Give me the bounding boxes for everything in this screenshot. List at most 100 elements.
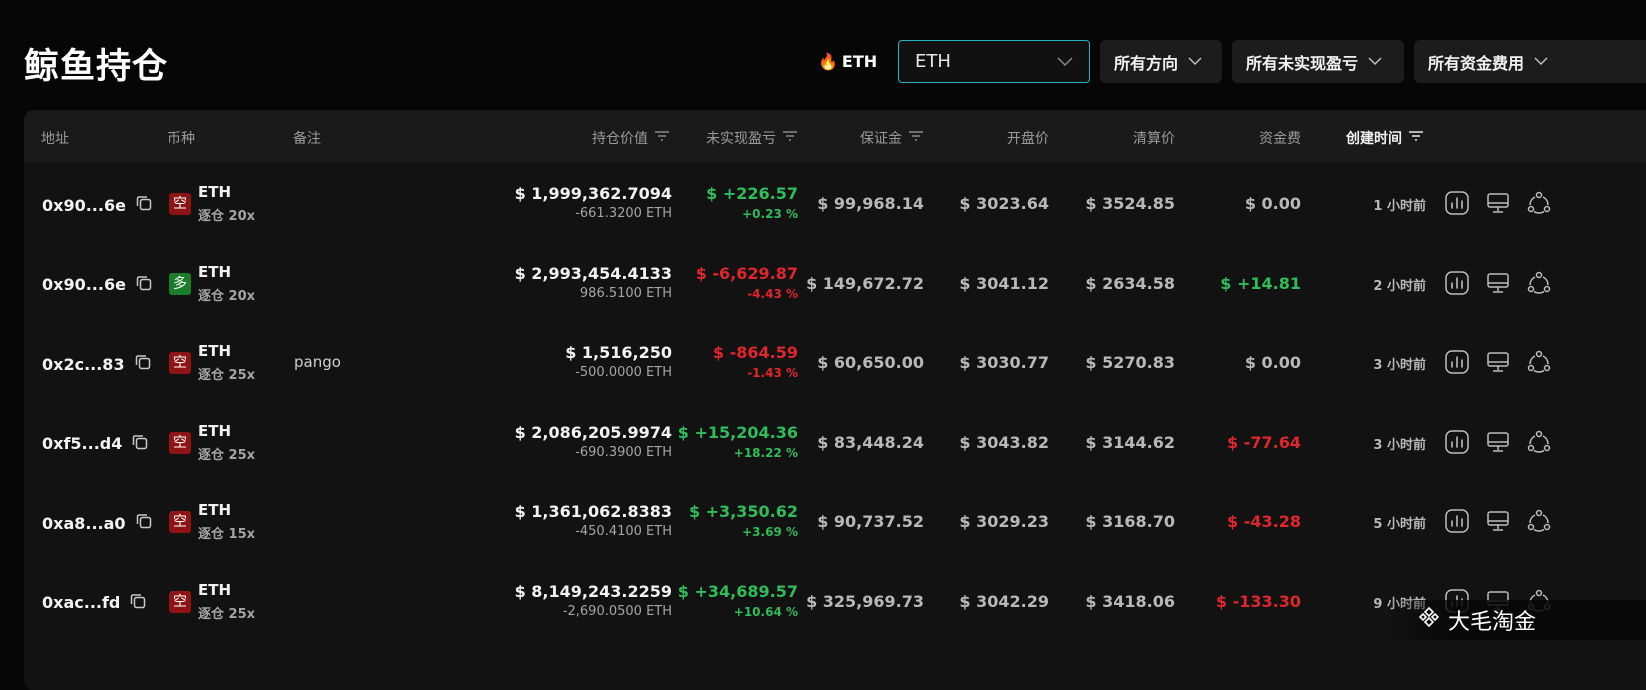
position-size: -661.3200 ETH xyxy=(575,206,672,221)
col-funding: 资金费 xyxy=(1259,131,1301,147)
liq-price: $ 5270.83 xyxy=(1085,353,1175,372)
coin-name: ETH xyxy=(198,501,232,519)
pnl-percent: -1.43 % xyxy=(747,366,798,380)
table-row[interactable]: 0xf5...d4 空 ETH 逐仓 25x $ 2,086,205.9974 … xyxy=(24,402,1646,482)
copy-icon[interactable] xyxy=(131,433,149,455)
table-row[interactable]: 0x90...6e 多 ETH 逐仓 20x $ 2,993,454.4133 … xyxy=(24,243,1646,323)
coin-select[interactable]: ETH xyxy=(898,40,1090,83)
liq-price: $ 3168.70 xyxy=(1085,512,1175,531)
monitor-icon[interactable] xyxy=(1485,190,1511,216)
direction-filter-label: 所有方向 xyxy=(1114,53,1179,73)
col-created-time[interactable]: 创建时间 xyxy=(1346,128,1424,148)
address-link[interactable]: 0xa8...a0 xyxy=(42,512,153,534)
table-row[interactable]: 0xa8...a0 空 ETH 逐仓 15x $ 1,361,062.8383 … xyxy=(24,481,1646,561)
funding-value: $ -133.30 xyxy=(1215,591,1301,611)
sort-icon xyxy=(1408,130,1424,146)
pnl-percent: +10.64 % xyxy=(733,604,798,619)
col-unrealized-pnl-label: 未实现盈亏 xyxy=(706,131,776,147)
pnl-value: $ +15,204.36 xyxy=(677,422,798,442)
liq-price: $ 3524.85 xyxy=(1085,194,1175,213)
coin-name: ETH xyxy=(198,421,232,440)
open-price: $ 3042.29 xyxy=(959,591,1049,611)
col-margin[interactable]: 保证金 xyxy=(804,128,924,148)
pnl-value: $ -6,629.87 xyxy=(695,263,798,283)
col-open-price: 开盘价 xyxy=(1007,131,1049,147)
monitor-icon[interactable] xyxy=(1485,508,1511,534)
col-created-time-label: 创建时间 xyxy=(1346,131,1402,147)
table-row[interactable]: 0x2c...83 空 ETH 逐仓 25x pango $ 1,516,250… xyxy=(24,322,1646,402)
chart-icon[interactable] xyxy=(1444,349,1470,375)
position-value: $ 2,993,454.4133 xyxy=(514,263,672,283)
col-margin-label: 保证金 xyxy=(860,131,902,147)
copy-icon[interactable] xyxy=(135,274,153,296)
margin-value: $ 60,650.00 xyxy=(817,353,924,372)
copy-icon[interactable] xyxy=(135,194,153,216)
funding-filter[interactable]: 所有资金费用 xyxy=(1414,40,1646,83)
chevron-down-icon xyxy=(1057,56,1073,67)
funding-filter-label: 所有资金费用 xyxy=(1428,53,1525,73)
copy-icon[interactable] xyxy=(134,353,152,375)
leverage-label: 逐仓 25x xyxy=(198,447,256,463)
chart-icon[interactable] xyxy=(1444,508,1470,534)
created-time: 2 小时前 xyxy=(1373,278,1426,294)
table-header: 地址 币种 备注 持仓价值 未实现盈亏 保证金 开盘价 清算价 资金费 创建时间 xyxy=(24,110,1646,163)
chart-icon[interactable] xyxy=(1444,190,1470,216)
address-link[interactable]: 0x2c...83 xyxy=(42,353,152,375)
direction-filter[interactable]: 所有方向 xyxy=(1100,40,1222,83)
sort-icon xyxy=(908,130,924,146)
leverage-label: 逐仓 20x xyxy=(198,288,256,304)
watermark-text: 大毛淘金 xyxy=(1448,610,1537,635)
open-price: $ 3041.12 xyxy=(959,273,1049,293)
created-time: 5 小时前 xyxy=(1373,517,1426,532)
address-link[interactable]: 0xac...fd xyxy=(42,592,147,614)
col-unrealized-pnl[interactable]: 未实现盈亏 xyxy=(674,128,798,148)
monitor-icon[interactable] xyxy=(1485,270,1511,296)
share-network-icon[interactable] xyxy=(1526,270,1552,296)
copy-icon[interactable] xyxy=(135,512,153,534)
open-price: $ 3030.77 xyxy=(959,353,1049,372)
position-value: $ 1,516,250 xyxy=(565,343,672,362)
funding-value: $ 0.00 xyxy=(1244,194,1301,213)
leverage-label: 逐仓 25x xyxy=(198,368,256,383)
position-size: -500.0000 ETH xyxy=(575,365,672,380)
pnl-value: $ +226.57 xyxy=(706,184,798,203)
open-price: $ 3043.82 xyxy=(959,432,1049,452)
monitor-icon[interactable] xyxy=(1485,429,1511,455)
coin-name: ETH xyxy=(198,183,232,201)
chart-icon[interactable] xyxy=(1444,429,1470,455)
pnl-value: $ +34,689.57 xyxy=(677,581,798,601)
chart-icon[interactable] xyxy=(1444,270,1470,296)
share-network-icon[interactable] xyxy=(1526,508,1552,534)
margin-value: $ 99,968.14 xyxy=(817,194,924,213)
share-network-icon[interactable] xyxy=(1526,190,1552,216)
address-link[interactable]: 0x90...6e xyxy=(42,194,153,216)
copy-icon[interactable] xyxy=(129,592,147,614)
address-text: 0x90...6e xyxy=(42,195,126,215)
hot-coin-link[interactable]: 🔥 ETH xyxy=(818,52,877,71)
monitor-icon[interactable] xyxy=(1485,349,1511,375)
col-position-value-label: 持仓价值 xyxy=(592,131,648,147)
position-value: $ 2,086,205.9974 xyxy=(514,422,672,442)
created-time: 1 小时前 xyxy=(1373,199,1426,214)
col-liq-price: 清算价 xyxy=(1133,131,1175,147)
pnl-filter[interactable]: 所有未实现盈亏 xyxy=(1232,40,1404,83)
address-text: 0xac...fd xyxy=(42,593,121,612)
position-size: 986.5100 ETH xyxy=(579,285,672,301)
address-text: 0x2c...83 xyxy=(42,354,125,374)
share-network-icon[interactable] xyxy=(1526,349,1552,375)
fire-icon: 🔥 xyxy=(818,52,838,71)
margin-value: $ 149,672.72 xyxy=(806,273,924,293)
margin-value: $ 325,969.73 xyxy=(806,591,924,611)
col-position-value[interactable]: 持仓价值 xyxy=(544,128,670,148)
leverage-label: 逐仓 15x xyxy=(198,527,256,542)
pnl-filter-label: 所有未实现盈亏 xyxy=(1246,53,1359,73)
col-note: 备注 xyxy=(293,131,321,147)
col-coin: 币种 xyxy=(167,131,195,147)
address-link[interactable]: 0xf5...d4 xyxy=(42,433,149,455)
watermark: 大毛淘金 xyxy=(1388,600,1646,640)
col-address: 地址 xyxy=(41,131,69,147)
table-row[interactable]: 0x90...6e 空 ETH 逐仓 20x $ 1,999,362.7094 … xyxy=(24,163,1646,243)
address-link[interactable]: 0x90...6e xyxy=(42,274,153,296)
leverage-label: 逐仓 20x xyxy=(198,209,256,224)
share-network-icon[interactable] xyxy=(1526,429,1552,455)
